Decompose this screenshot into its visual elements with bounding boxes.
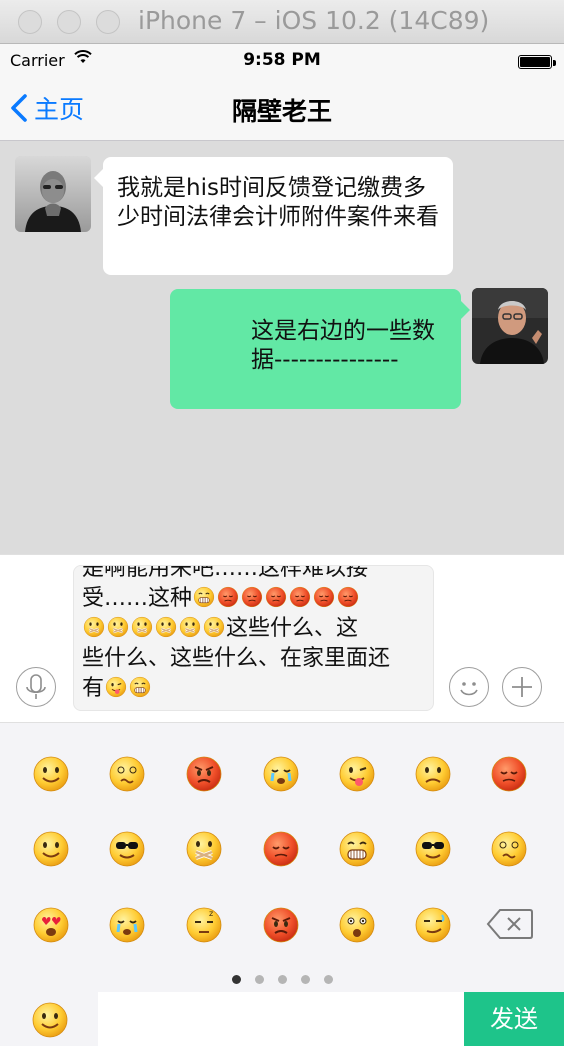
page-dot[interactable] [323,975,333,984]
voice-button[interactable] [16,667,56,707]
delete-key-icon[interactable] [486,907,534,941]
emoji-tab-bar: 发送 [0,992,564,1046]
heart-emoji-icon[interactable] [32,906,70,944]
message-input[interactable]: 是啊能用来吧……这样难以接 受……这种 这些什么、这 些什么、这些什么、在家里面… [73,565,434,711]
dizzy-emoji-icon[interactable] [490,830,528,868]
battery-icon [518,55,552,69]
grin-emoji-icon[interactable] [338,830,376,868]
input-text: 受……这种 [82,586,193,611]
chat-area[interactable]: 我就是his时间反馈登记缴费多少时间法律会计师附件案件来看 这是右边的一些数据-… [0,141,564,554]
input-text: 这些什么、这 [226,616,359,641]
emoji-toggle-button[interactable] [449,667,489,707]
dizzy-emoji-icon[interactable] [108,755,146,793]
status-time: 9:58 PM [243,50,321,70]
sad-emoji-icon[interactable] [414,755,452,793]
angry-emoji-icon[interactable] [262,830,300,868]
page-dot[interactable] [231,975,241,984]
mad-emoji-icon[interactable] [262,906,300,944]
message-bubble-right[interactable]: 这是右边的一些数据--------------- [170,289,470,409]
tongue-emoji-icon [105,676,127,698]
minimize-window-button[interactable] [57,10,81,34]
microphone-icon [25,673,46,699]
message-text: 这是右边的一些数据--------------- [251,318,435,373]
input-line: 受……这种 [82,584,427,614]
avatar-right[interactable] [472,288,548,364]
message-bubble-left[interactable]: 我就是his时间反馈登记缴费多少时间法律会计师附件案件来看 [94,157,453,275]
send-button[interactable]: 发送 [464,992,564,1046]
page-title: 隔壁老王 [231,97,332,126]
page-dot[interactable] [277,975,287,984]
angry-emoji-icon [289,586,311,608]
silent-emoji-icon [179,616,201,638]
cry-emoji-icon[interactable] [262,755,300,793]
zoom-window-button[interactable] [96,10,120,34]
smile-emoji-icon[interactable] [32,755,70,793]
window-title: iPhone 7 – iOS 10.2 (14C89) [138,6,490,35]
grin-emoji-icon [129,676,151,698]
smiley-outline-icon [459,681,478,695]
angry-emoji-icon[interactable] [490,755,528,793]
avatar-left[interactable] [15,156,91,232]
navigation-bar: 主页 隔壁老王 [0,76,564,141]
message-text: 我就是his时间反馈登记缴费多少时间法律会计师附件案件来看 [117,175,439,230]
wow-emoji-icon[interactable] [338,906,376,944]
close-window-button[interactable] [18,10,42,34]
angry-emoji-icon [337,586,359,608]
tongue-emoji-icon[interactable] [338,755,376,793]
page-dot[interactable] [254,975,264,984]
input-line: 些什么、这些什么、在家里面还 [82,646,391,671]
emoji-keyboard: z [0,722,564,992]
silent-emoji-icon [131,616,153,638]
input-line: 这些什么、这 [82,614,427,644]
battery-cap [553,60,556,66]
cool-emoji-icon[interactable] [414,830,452,868]
page-dot[interactable] [300,975,310,984]
emoji-category-tab[interactable] [0,992,98,1046]
smile-emoji-icon[interactable] [32,830,70,868]
mad-emoji-icon[interactable] [185,755,223,793]
more-button[interactable] [502,667,542,707]
silent-emoji-icon [203,616,225,638]
simulator-titlebar: iPhone 7 – iOS 10.2 (14C89) [0,0,564,44]
status-bar: Carrier 9:58 PM [0,44,564,76]
svg-text:z: z [209,909,213,918]
angry-emoji-icon [241,586,263,608]
angry-emoji-icon [313,586,335,608]
input-text: 有 [82,676,105,701]
tab-bar-spacer [98,992,464,1046]
cry-emoji-icon[interactable] [108,906,146,944]
angry-emoji-icon [265,586,287,608]
smile-emoji-icon [31,1001,69,1039]
input-line: 是啊能用来吧……这样难以接 [82,565,369,581]
silent-emoji-icon [107,616,129,638]
silent-emoji-icon[interactable] [185,830,223,868]
smirk-emoji-icon[interactable] [414,906,452,944]
page-indicator [0,969,564,988]
cool-emoji-icon[interactable] [108,830,146,868]
input-bar: 是啊能用来吧……这样难以接 受……这种 这些什么、这 些什么、这些什么、在家里面… [0,554,564,722]
angry-emoji-icon [217,586,239,608]
input-line: 有 [82,674,427,704]
grin-emoji-icon [193,586,215,608]
silent-emoji-icon [83,616,105,638]
silent-emoji-icon [155,616,177,638]
plus-icon [511,676,532,697]
sleep-emoji-icon[interactable]: z [185,906,223,944]
